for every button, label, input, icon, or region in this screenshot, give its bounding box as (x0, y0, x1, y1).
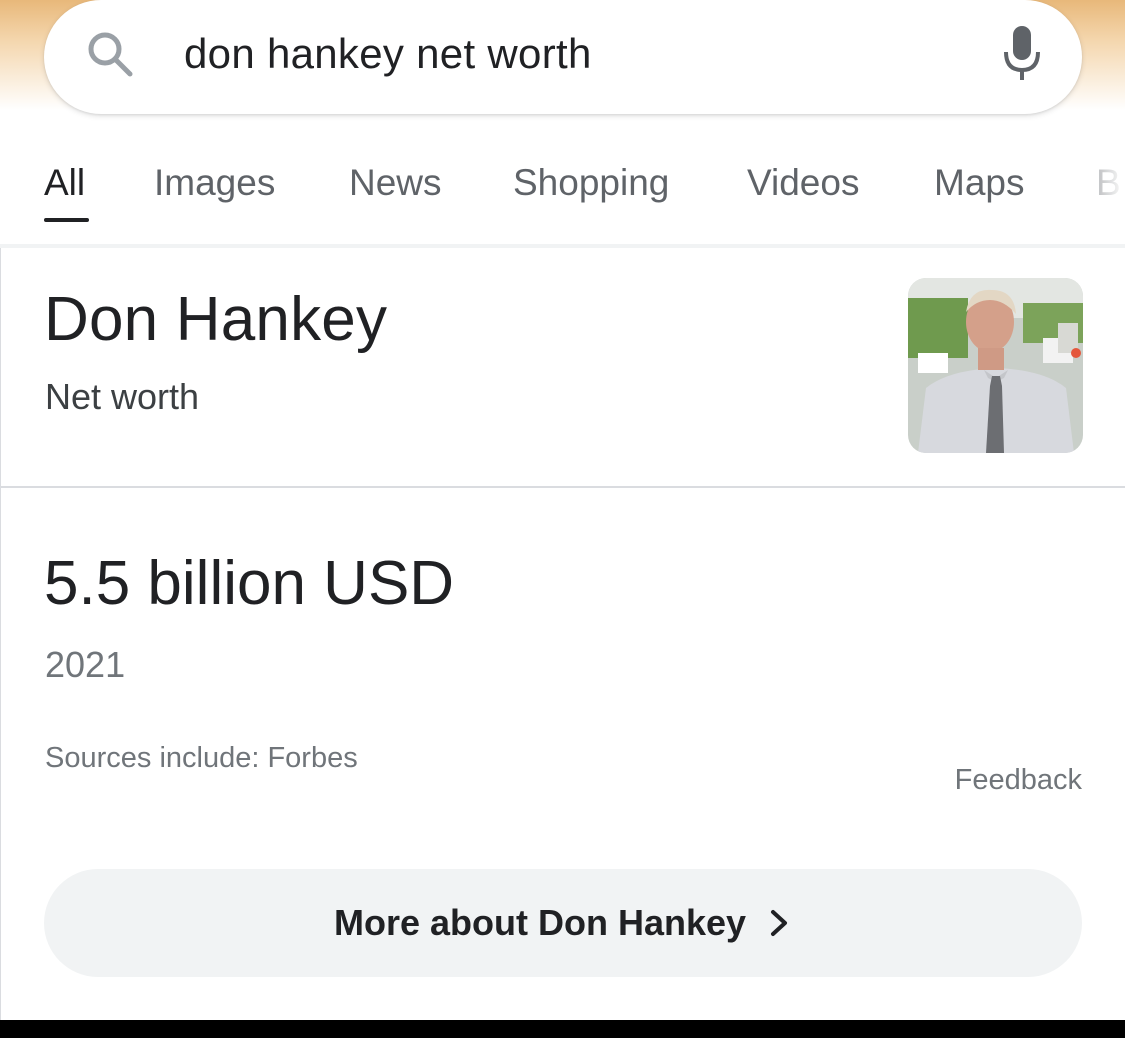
tab-images[interactable]: Images (154, 162, 275, 204)
net-worth-year: 2021 (45, 644, 126, 685)
tab-shopping[interactable]: Shopping (513, 162, 669, 204)
search-results-page: All Images News Shopping Videos Maps B D… (0, 0, 1125, 1038)
section-divider (0, 486, 1125, 488)
tab-all[interactable]: All (44, 162, 85, 204)
sources-text: Sources include: Forbes (45, 742, 358, 774)
active-tab-indicator (44, 218, 89, 222)
search-bar[interactable] (44, 0, 1082, 114)
search-tabs: All Images News Shopping Videos Maps B (0, 150, 1125, 246)
net-worth-value: 5.5 billion USD (44, 549, 455, 618)
system-bottom-bar (0, 1020, 1125, 1038)
entity-photo[interactable] (908, 278, 1083, 453)
entity-title: Don Hankey (44, 285, 388, 354)
feedback-link[interactable]: Feedback (955, 764, 1082, 797)
chevron-right-icon (771, 910, 788, 936)
more-about-button[interactable]: More about Don Hankey (44, 869, 1082, 977)
mic-icon[interactable] (1002, 24, 1042, 84)
tab-maps[interactable]: Maps (934, 162, 1024, 204)
search-icon[interactable] (84, 28, 136, 80)
tab-videos[interactable]: Videos (747, 162, 859, 204)
search-input[interactable] (184, 28, 964, 80)
tabs-fade-overlay (1055, 150, 1125, 246)
tab-news[interactable]: News (349, 162, 442, 204)
more-about-label: More about Don Hankey (333, 902, 747, 943)
entity-subtitle: Net worth (45, 376, 200, 417)
